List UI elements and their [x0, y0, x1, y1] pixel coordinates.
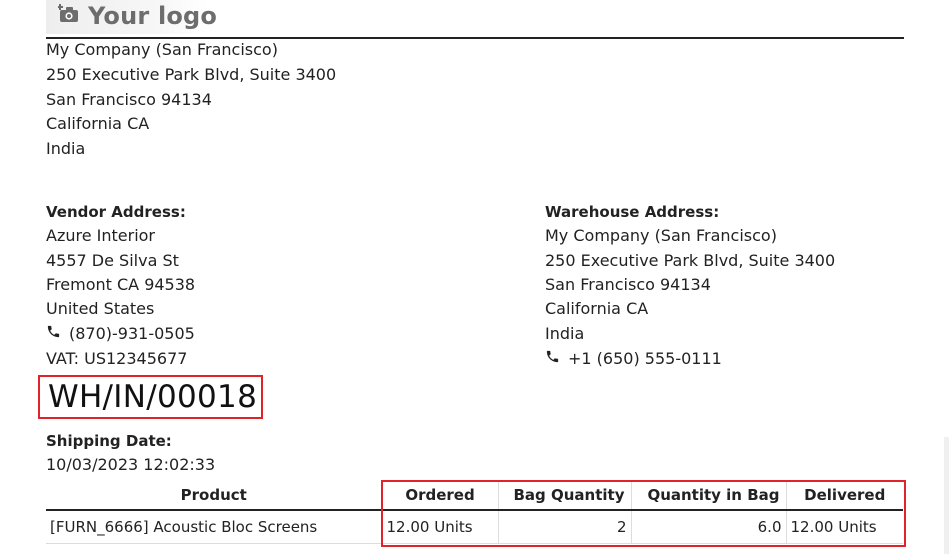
- column-header-ordered: Ordered: [381, 480, 498, 511]
- warehouse-address-label: Warehouse Address:: [545, 203, 720, 221]
- warehouse-address-line: San Francisco 94134: [545, 275, 711, 294]
- vendor-address-label: Vendor Address:: [46, 203, 186, 221]
- picking-reference: WH/IN/00018: [38, 375, 263, 419]
- vendor-address-line: Azure Interior: [46, 226, 156, 245]
- warehouse-phone: +1 (650) 555-0111: [545, 349, 722, 369]
- warehouse-address-line: My Company (San Francisco): [545, 226, 777, 245]
- company-address-line: 250 Executive Park Blvd, Suite 3400: [46, 65, 337, 84]
- vendor-address-line: 4557 De Silva St: [46, 251, 179, 270]
- column-header-quantity-in-bag: Quantity in Bag: [630, 480, 786, 511]
- phone-icon: [545, 349, 560, 369]
- move-lines-table: Product Ordered Bag Quantity Quantity in…: [46, 480, 903, 544]
- company-address-line: San Francisco 94134: [46, 90, 212, 109]
- page-edge-shadow: [944, 437, 949, 554]
- cell-quantity-in-bag: 6.0: [630, 510, 786, 544]
- cell-ordered: 12.00 Units: [381, 510, 498, 544]
- warehouse-address-line: India: [545, 324, 585, 343]
- column-header-delivered: Delivered: [785, 480, 903, 511]
- company-address-line: India: [46, 139, 86, 158]
- table-row: [FURN_6666] Acoustic Bloc Screens 12.00 …: [46, 510, 903, 544]
- cell-bag-quantity: 2: [497, 510, 631, 544]
- column-header-product: Product: [46, 480, 382, 511]
- cell-delivered: 12.00 Units: [785, 510, 903, 544]
- company-logo: Your logo: [57, 2, 218, 30]
- column-header-bag-quantity: Bag Quantity: [497, 480, 631, 511]
- warehouse-address-line: 250 Executive Park Blvd, Suite 3400: [545, 251, 836, 270]
- table-header-row: Product Ordered Bag Quantity Quantity in…: [46, 480, 903, 511]
- cell-product: [FURN_6666] Acoustic Bloc Screens: [46, 510, 382, 544]
- company-address-line: My Company (San Francisco): [46, 40, 278, 59]
- warehouse-phone-number: +1 (650) 555-0111: [568, 349, 722, 368]
- header-divider: [46, 37, 904, 39]
- vendor-address-line: United States: [46, 299, 155, 318]
- phone-icon: [46, 324, 61, 344]
- company-address-line: California CA: [46, 114, 150, 133]
- vendor-phone: (870)-931-0505: [46, 324, 195, 344]
- picking-reference-text: WH/IN/00018: [48, 379, 258, 415]
- shipping-date-value: 10/03/2023 12:02:33: [46, 455, 216, 474]
- warehouse-address-line: California CA: [545, 299, 649, 318]
- logo-text: Your logo: [88, 2, 218, 30]
- vendor-address-line: Fremont CA 94538: [46, 275, 196, 294]
- camera-plus-icon: [57, 4, 80, 28]
- vendor-phone-number: (870)-931-0505: [69, 324, 195, 343]
- shipping-date-label: Shipping Date:: [46, 432, 172, 450]
- vendor-vat: VAT: US12345677: [46, 349, 188, 368]
